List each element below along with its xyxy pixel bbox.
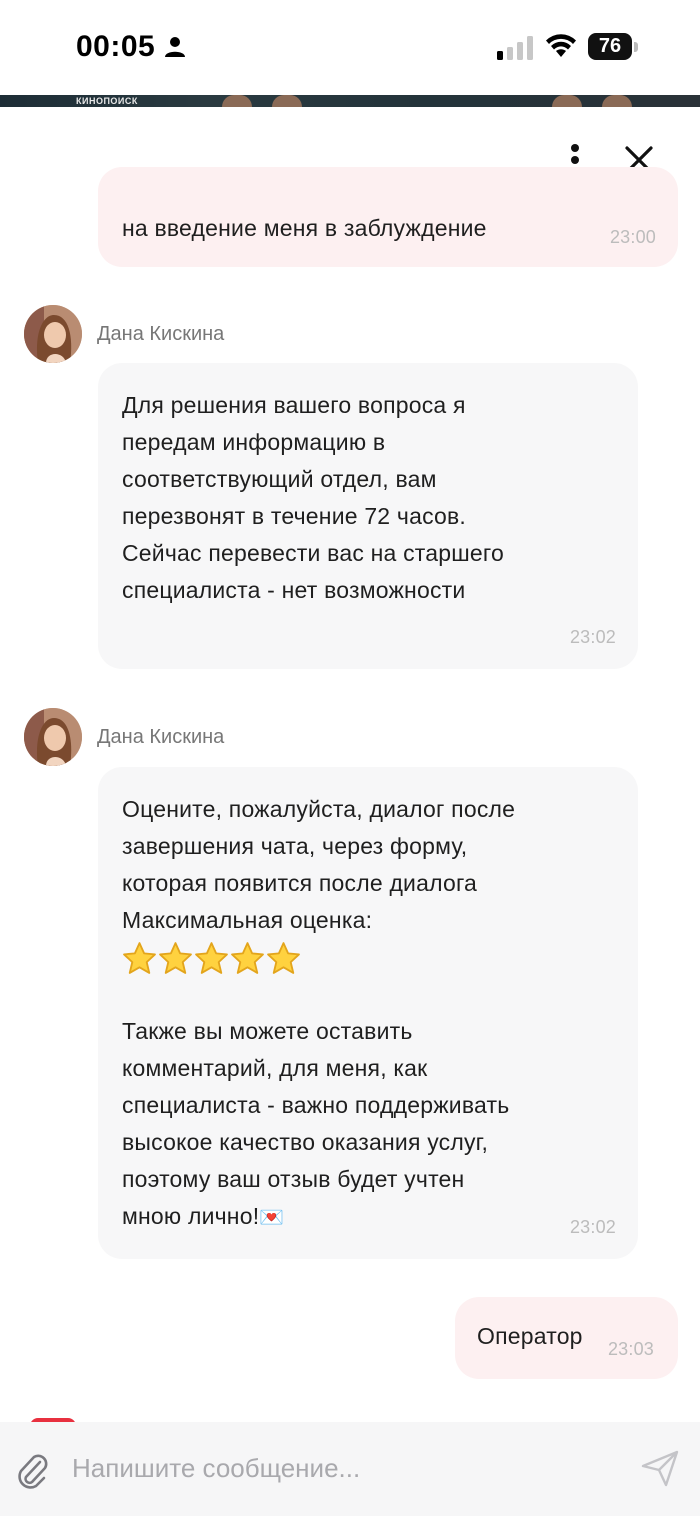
message-time: 23:02 [569, 1217, 616, 1237]
avatar [24, 708, 82, 766]
message-text: Оператор [477, 1323, 583, 1349]
wifi-icon [544, 33, 578, 59]
cellular-signal-icon [497, 36, 535, 60]
message-time: 23:00 [609, 227, 656, 247]
message-time: 23:02 [569, 627, 616, 647]
star-icon [195, 941, 228, 974]
message-input[interactable] [72, 1444, 612, 1492]
status-time: 00:05 [76, 30, 156, 63]
star-icon [231, 941, 264, 974]
banner-logo-text: КИНОПОИСК [76, 96, 138, 106]
love-letter-emoji: 💌 [259, 1205, 285, 1229]
paperclip-icon[interactable] [14, 1450, 50, 1490]
person-icon [164, 36, 186, 58]
message-text: Также вы можете оставить комментарий, дл… [122, 1018, 510, 1229]
message-bubble-outgoing: Оператор 23:03 [455, 1297, 678, 1379]
battery-icon: 76 [588, 33, 638, 60]
star-icon [123, 941, 156, 974]
message-bubble-incoming: Оцените, пожалуйста, диалог после заверш… [98, 767, 638, 1259]
message-bubble-incoming: Для решения вашего вопроса я передам инф… [98, 363, 638, 669]
battery-level: 76 [588, 33, 632, 60]
message-text: на введение меня в заблуждение [122, 215, 487, 241]
background-banner: КИНОПОИСК [0, 95, 700, 107]
star-icon [159, 941, 192, 974]
rating-stars [122, 939, 614, 976]
send-icon[interactable] [640, 1448, 680, 1488]
status-bar: 00:05 76 [0, 0, 700, 95]
message-composer [0, 1422, 700, 1516]
message-time: 23:03 [607, 1339, 654, 1359]
message-text: Оцените, пожалуйста, диалог после заверш… [122, 796, 516, 933]
message-text: Для решения вашего вопроса я передам инф… [122, 392, 504, 603]
sender-name: Дана Кискина [97, 323, 225, 345]
star-icon [267, 941, 300, 974]
sender-name: Дана Кискина [97, 726, 225, 748]
avatar [24, 305, 82, 363]
message-bubble-outgoing: на введение меня в заблуждение 23:00 [98, 167, 678, 267]
chat-panel: на введение меня в заблуждение 23:00 Дан… [0, 107, 700, 1422]
